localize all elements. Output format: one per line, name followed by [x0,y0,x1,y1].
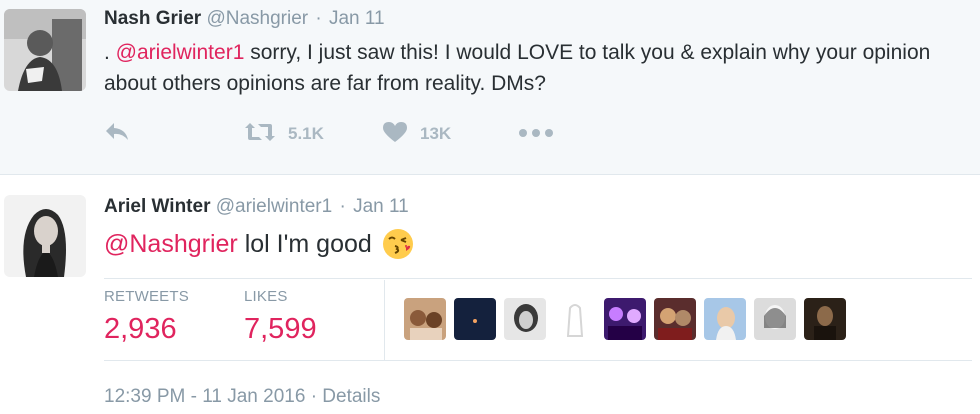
author-name[interactable]: Ariel Winter [104,196,210,217]
tweet-header: Ariel Winter @arielwinter1 · Jan 11 [104,196,409,218]
liker-avatar[interactable] [654,298,696,340]
mention-link[interactable]: @arielwinter1 [116,41,245,64]
avatar[interactable] [4,195,86,277]
likes-value: 7,599 [244,313,317,345]
liker-avatar[interactable] [754,298,796,340]
divider [104,278,972,279]
tweet-timestamp: 12:39 PM - 11 Jan 2016 · Details [104,386,380,408]
like-count: 13K [420,124,452,143]
divider [384,280,385,360]
separator: · [310,386,318,407]
liker-avatar[interactable] [404,298,446,340]
separator: · [315,8,322,29]
timestamp-text[interactable]: 12:39 PM - 11 Jan 2016 [104,386,305,407]
liker-avatar[interactable] [704,298,746,340]
likes-stat[interactable]: LIKES 7,599 [244,288,317,346]
likes-label: LIKES [244,288,288,305]
heart-icon [382,121,408,148]
tweet-text: . @arielwinter1 sorry, I just saw this! … [104,37,974,99]
liker-avatar[interactable] [504,298,546,340]
author-handle[interactable]: @arielwinter1 [216,196,332,217]
text-body: lol I'm good [237,230,372,258]
parent-tweet: Nash Grier @Nashgrier · Jan 11 . @arielw… [0,0,980,175]
details-link[interactable]: Details [322,386,380,407]
tweet-date[interactable]: Jan 11 [353,196,409,217]
reply-icon [104,121,132,148]
retweet-icon [244,121,276,148]
more-button[interactable] [518,120,554,148]
kissing-face-emoji [382,228,414,260]
reply-button[interactable] [104,120,132,148]
mention-link[interactable]: @Nashgrier [104,226,238,262]
retweets-label: RETWEETS [104,288,189,305]
tweet-date[interactable]: Jan 11 [329,8,385,29]
divider [104,360,972,361]
avatar[interactable] [4,9,86,91]
liker-avatar[interactable] [804,298,846,340]
text-prefix: . [104,41,116,64]
author-name[interactable]: Nash Grier [104,8,201,29]
liker-avatar[interactable] [454,298,496,340]
liker-avatar[interactable] [554,298,596,340]
like-button[interactable]: 13K [382,120,451,148]
separator: · [339,196,346,217]
liker-avatar[interactable] [604,298,646,340]
retweets-stat[interactable]: RETWEETS 2,936 [104,288,189,346]
retweet-button[interactable]: 5.1K [244,120,324,148]
retweet-count: 5.1K [288,124,324,143]
author-handle[interactable]: @Nashgrier [206,8,308,29]
retweets-value: 2,936 [104,313,177,345]
more-dots-icon [518,125,554,143]
tweet-text: @Nashgrier lol I'm good [104,226,414,262]
tweet-header: Nash Grier @Nashgrier · Jan 11 [104,8,385,30]
